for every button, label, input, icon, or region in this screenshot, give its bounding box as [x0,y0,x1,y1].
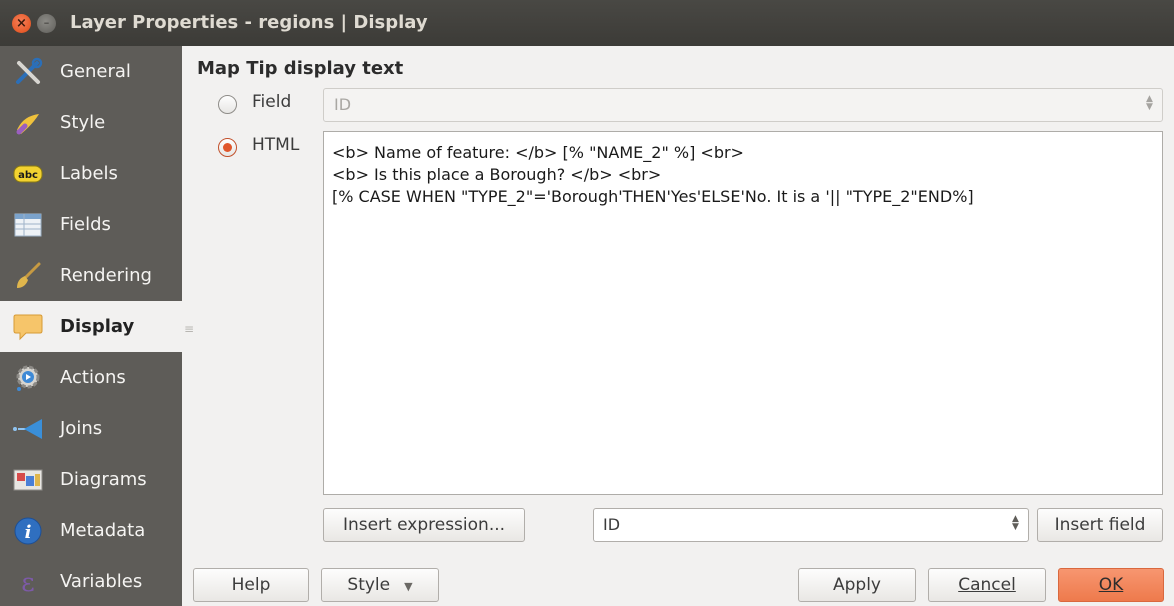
spin-arrows-icon: ▲ ▼ [1146,94,1153,112]
help-button[interactable]: Help [193,568,309,602]
field-select-value: ID [603,515,621,534]
svg-text:ε: ε [21,568,34,597]
html-editor[interactable]: <b> Name of feature: </b> [% "NAME_2" %]… [323,131,1163,495]
sidebar-item-label: Labels [60,163,118,184]
style-button-label: Style [347,575,391,595]
ok-button-label: OK [1098,575,1124,595]
html-radio[interactable] [218,138,237,157]
sidebar-item-rendering[interactable]: Rendering [0,250,182,301]
brush-icon [10,106,46,140]
sidebar-item-label: Rendering [60,265,152,286]
sidebar-item-style[interactable]: Style [0,97,182,148]
sidebar-item-label: Diagrams [60,469,147,490]
title-bar: × – Layer Properties - regions | Display [0,0,1174,46]
paintbrush-icon [10,259,46,293]
field-combo-value: ID [334,95,352,114]
epsilon-icon: ε [10,565,46,599]
sidebar-item-label: General [60,61,131,82]
sidebar-item-diagrams[interactable]: Diagrams [0,454,182,505]
html-line: <b> Name of feature: </b> [% "NAME_2" %]… [332,143,744,162]
tools-icon [10,55,46,89]
html-radio-label: HTML [252,135,300,155]
speech-bubble-icon [10,310,46,344]
sidebar-item-label: Display [60,316,135,337]
sidebar-item-label: Fields [60,214,111,235]
sidebar-item-general[interactable]: General [0,46,182,97]
spin-arrows-icon: ▲ ▼ [1012,514,1019,532]
sidebar-item-labels[interactable]: abc Labels [0,148,182,199]
joins-arrow-icon [10,412,46,446]
html-line: [% CASE WHEN "TYPE_2"='Borough'THEN'Yes'… [332,187,974,206]
sidebar-item-label: Joins [60,418,103,439]
sidebar-item-metadata[interactable]: i Metadata [0,505,182,556]
section-title: Map Tip display text [197,58,404,79]
sidebar-item-label: Actions [60,367,126,388]
field-radio[interactable] [218,95,237,114]
close-window-button[interactable]: × [12,14,31,33]
splitter-handle[interactable]: ≡ [184,322,194,336]
cancel-button-label: Cancel [958,575,1016,595]
sidebar-item-actions[interactable]: Actions [0,352,182,403]
minimize-window-button[interactable]: – [37,14,56,33]
insert-expression-button[interactable]: Insert expression... [323,508,525,542]
window-title: Layer Properties - regions | Display [70,12,428,33]
diagram-icon [10,463,46,497]
field-combo-disabled: ID ▲ ▼ [323,88,1163,122]
table-icon [10,208,46,242]
field-radio-label: Field [252,92,292,112]
svg-text:i: i [25,522,32,543]
ok-button[interactable]: OK [1058,568,1164,602]
cancel-button[interactable]: Cancel [928,568,1046,602]
field-select[interactable]: ID ▲ ▼ [593,508,1029,542]
sidebar-item-label: Style [60,112,106,133]
sidebar-item-label: Metadata [60,520,146,541]
sidebar: General Style abc Labels Fields Renderin… [0,46,182,606]
apply-button[interactable]: Apply [798,568,916,602]
sidebar-item-display[interactable]: Display [0,301,182,352]
style-menu-button[interactable]: Style ▼ [321,568,439,602]
html-line: <b> Is this place a Borough? </b> <br> [332,165,662,184]
sidebar-item-fields[interactable]: Fields [0,199,182,250]
sidebar-item-label: Variables [60,571,143,592]
info-icon: i [10,514,46,548]
layer-properties-window: × – Layer Properties - regions | Display… [0,0,1174,606]
svg-text:abc: abc [18,170,38,181]
abc-labels-icon: abc [10,157,46,191]
insert-field-button[interactable]: Insert field [1037,508,1163,542]
dropdown-arrow-icon: ▼ [404,580,413,593]
sidebar-item-variables[interactable]: ε Variables [0,556,182,606]
sidebar-item-joins[interactable]: Joins [0,403,182,454]
gear-play-icon [10,361,46,395]
